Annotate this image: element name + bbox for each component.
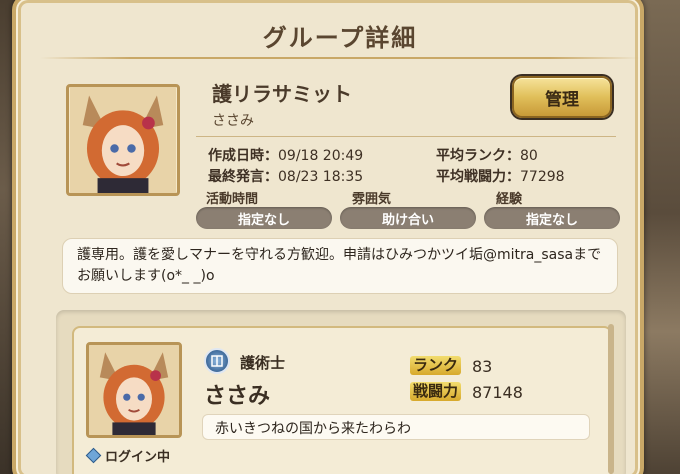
divider	[196, 136, 616, 137]
experience-value: 指定なし	[484, 207, 620, 229]
character-portrait-icon	[70, 87, 176, 193]
login-status-text: ログイン中	[105, 450, 171, 465]
atmosphere-label: 雰囲気	[352, 192, 392, 207]
avg-rank-value: 80	[520, 148, 538, 164]
average-rank: 平均ランク：80	[436, 145, 538, 165]
member-comment: 赤いきつねの国から来たわらわ	[202, 414, 590, 440]
class-icon	[204, 348, 230, 374]
shield-icon	[211, 355, 223, 367]
average-power: 平均戦闘力：77298	[436, 166, 565, 186]
title-divider	[40, 57, 640, 59]
member-name: ささみ	[204, 384, 271, 409]
avg-rank-label: 平均ランク：	[436, 148, 520, 164]
atmosphere-value: 助け合い	[340, 207, 476, 229]
power-label: 戦闘力	[410, 382, 462, 401]
group-description: 護専用。護を愛しマナーを守れる方歓迎。申請はひみつかツイ垢@mitra_sasa…	[62, 238, 618, 294]
panel-title: グループ詳細	[262, 24, 418, 52]
last-post-label: 最終発言：	[208, 169, 278, 185]
last-post-value: 08/23 18:35	[278, 169, 364, 185]
activity-time-value: 指定なし	[196, 207, 332, 229]
online-icon	[85, 447, 102, 464]
experience-label: 経験	[496, 192, 523, 207]
group-name: 護リラサミット	[212, 82, 352, 106]
created-value: 09/18 20:49	[278, 148, 364, 164]
manage-button[interactable]: 管理	[512, 76, 612, 118]
member-avatar[interactable]	[86, 342, 182, 438]
created-date: 作成日時：09/18 20:49	[208, 145, 363, 165]
created-label: 作成日時：	[208, 148, 278, 164]
avg-power-value: 77298	[520, 169, 565, 185]
avg-power-label: 平均戦闘力：	[436, 169, 520, 185]
power-value: 87148	[472, 383, 523, 402]
group-leader-name: ささみ	[212, 113, 254, 129]
login-status: ログイン中	[85, 446, 171, 465]
member-class: 護術士	[240, 354, 286, 372]
character-portrait-icon	[89, 345, 179, 435]
member-list-scrollbar[interactable]	[608, 324, 614, 474]
rank-value: 83	[472, 357, 493, 376]
group-leader-avatar	[66, 84, 180, 196]
activity-time-label: 活動時間	[206, 192, 259, 207]
rank-label: ランク	[410, 356, 462, 375]
last-post-date: 最終発言：08/23 18:35	[208, 166, 363, 186]
